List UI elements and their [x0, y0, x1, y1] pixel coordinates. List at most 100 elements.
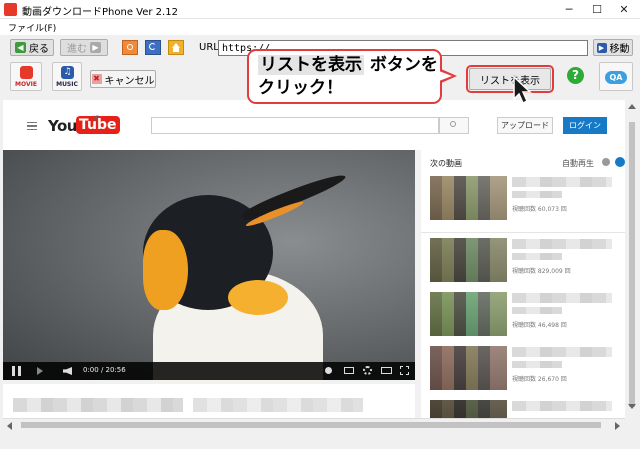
back-label: 戻る [29, 44, 49, 55]
youtube-search-input[interactable] [151, 117, 439, 134]
reload-icon [149, 43, 156, 50]
related-item[interactable]: 視聴回数 46,498 回 [430, 292, 620, 338]
video-player[interactable]: 0:00 / 20:56 [3, 150, 415, 400]
url-label: URL [199, 42, 219, 53]
show-list-button[interactable]: リストを表示 [466, 65, 554, 93]
home-icon-base [173, 48, 179, 52]
cancel-icon: ✖ [91, 74, 102, 84]
reload-button[interactable] [145, 40, 161, 55]
player-controls: 0:00 / 20:56 [3, 362, 415, 380]
vertical-scrollbar[interactable] [626, 100, 638, 431]
back-button[interactable]: ◀ 戻る [10, 39, 54, 56]
related-item[interactable]: 視聴回数 26,670 回 [430, 346, 620, 392]
related-sidebar: 次の動画 自動再生 視聴回数 60,073 回 視聴回数 829,009 回 視… [421, 150, 625, 431]
go-button[interactable]: ▶ 移動 [593, 39, 633, 56]
related-title-blurred [512, 347, 612, 357]
autoplay-toggle[interactable] [615, 157, 625, 167]
music-button[interactable]: ♫ MUSIC [52, 62, 82, 91]
stop-icon [127, 44, 133, 50]
related-item[interactable]: 視聴回数 829,009 回 [430, 238, 620, 284]
callout-line-1-rest: ボタンを [369, 55, 438, 75]
related-views: 視聴回数 46,498 回 [512, 322, 567, 329]
related-channel-blurred [512, 361, 562, 368]
penguin-beak [240, 169, 348, 224]
related-thumbnail [430, 292, 507, 336]
related-channel-blurred [512, 307, 562, 314]
menu-bar: ファイル(F) [0, 19, 640, 35]
menu-icon-middle [27, 125, 37, 127]
scroll-up-arrow-icon[interactable] [628, 104, 636, 109]
callout-pointer-inner [439, 71, 452, 81]
related-title-blurred [512, 177, 612, 187]
app-icon [4, 3, 17, 16]
horizontal-scroll-thumb[interactable] [21, 422, 601, 428]
horizontal-scrollbar[interactable] [3, 418, 625, 431]
cancel-button[interactable]: ✖ キャンセル [90, 70, 156, 88]
related-views: 視聴回数 829,009 回 [512, 268, 571, 275]
penguin-neck-patch [143, 230, 188, 310]
youtube-header: You Tube JP アップロード ログイン [3, 100, 625, 150]
related-channel-blurred [512, 253, 562, 260]
related-title-blurred [512, 293, 612, 303]
subtitles-icon[interactable] [344, 367, 354, 374]
stop-button[interactable] [122, 40, 138, 55]
search-icon [450, 121, 456, 127]
autoplay-info-icon [602, 158, 610, 166]
scroll-down-arrow-icon[interactable] [628, 404, 636, 409]
forward-arrow-icon: ▶ [90, 42, 101, 53]
next-button[interactable] [37, 367, 43, 375]
video-title-blurred [13, 398, 183, 412]
related-divider [421, 232, 625, 233]
login-button[interactable]: ログイン [563, 117, 607, 134]
forward-button[interactable]: 進む ▶ [60, 39, 108, 56]
related-thumbnail [430, 176, 507, 220]
maximize-button[interactable]: ☐ [583, 0, 611, 19]
up-next-heading: 次の動画 [430, 159, 462, 168]
help-button[interactable]: ? [567, 67, 584, 84]
upload-button[interactable]: アップロード [497, 117, 553, 134]
movie-label: MOVIE [15, 81, 37, 88]
related-title-blurred [512, 239, 612, 249]
movie-button[interactable]: MOVIE [10, 62, 42, 91]
info-icon[interactable] [325, 367, 332, 374]
title-bar: 動画ダウンロードPhone Ver 2.12 ─ ☐ ✕ [0, 0, 640, 19]
scroll-left-arrow-icon[interactable] [7, 422, 12, 430]
mouse-cursor-icon [513, 76, 532, 105]
go-arrow-icon: ▶ [596, 42, 607, 53]
movie-icon [20, 66, 33, 79]
music-icon: ♫ [61, 66, 74, 79]
youtube-logo-region: JP [94, 115, 100, 122]
youtube-search-button[interactable] [439, 117, 469, 134]
penguin-chest-patch [228, 280, 288, 315]
forward-label: 進む [67, 44, 87, 55]
play-pause-button[interactable] [12, 366, 21, 376]
callout-line-2: クリック！ [258, 78, 343, 98]
qa-button[interactable]: QA [599, 62, 633, 91]
window-title: 動画ダウンロードPhone Ver 2.12 [22, 7, 178, 18]
menu-file[interactable]: ファイル(F) [8, 21, 56, 34]
instruction-callout: リストを表示 ボタンを クリック！ [247, 49, 442, 104]
close-button[interactable]: ✕ [610, 0, 638, 19]
youtube-logo-you: You [48, 117, 77, 135]
related-channel-blurred [512, 191, 562, 198]
callout-line-1: リストを表示 ボタンを [258, 54, 438, 77]
volume-icon[interactable] [63, 367, 72, 375]
fullscreen-icon[interactable] [400, 366, 409, 375]
music-label: MUSIC [56, 81, 78, 88]
related-item[interactable]: 視聴回数 60,073 回 [430, 176, 620, 222]
related-views: 視聴回数 26,670 回 [512, 376, 567, 383]
home-button[interactable] [168, 40, 184, 55]
minimize-button[interactable]: ─ [555, 0, 583, 19]
cancel-label: キャンセル [104, 75, 155, 87]
player-time: 0:00 / 20:56 [83, 366, 126, 374]
theater-mode-icon[interactable] [381, 367, 392, 374]
scroll-right-arrow-icon[interactable] [615, 422, 620, 430]
vertical-scroll-thumb[interactable] [629, 122, 635, 407]
settings-gear-icon[interactable] [363, 366, 372, 375]
related-thumbnail [430, 346, 507, 390]
go-label: 移動 [609, 44, 630, 55]
related-title-blurred [512, 401, 612, 411]
video-title-blurred-2 [193, 398, 363, 412]
callout-highlight: リストを表示 [258, 55, 364, 75]
autoplay-label: 自動再生 [562, 159, 594, 168]
